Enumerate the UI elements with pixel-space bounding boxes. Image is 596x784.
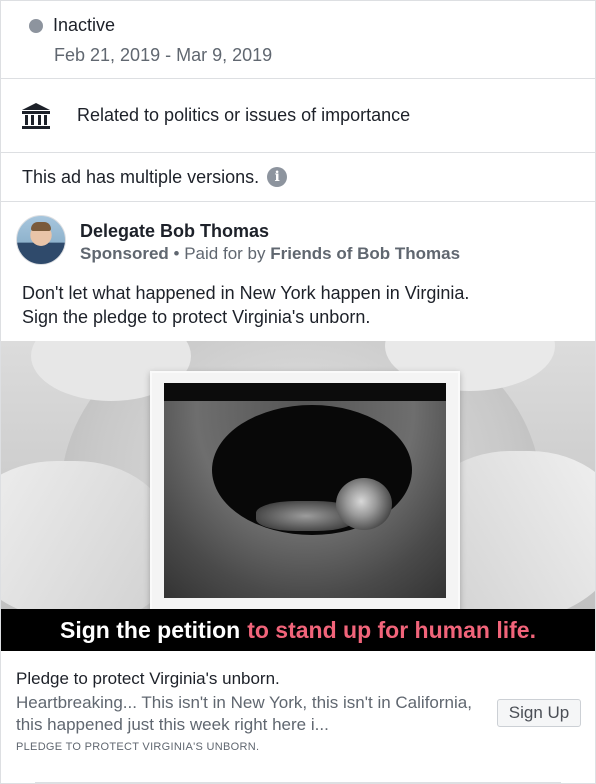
ad-body-text: Don't let what happened in New York happ… [22, 281, 582, 329]
government-building-icon [22, 102, 50, 129]
banner-text-pink: to stand up for human life. [247, 616, 536, 643]
versions-label: This ad has multiple versions. [22, 166, 260, 187]
category-label: Related to politics or issues of importa… [77, 105, 411, 125]
page-avatar[interactable] [16, 215, 66, 265]
paid-for-org: Friends of Bob Thomas [270, 244, 461, 263]
link-title[interactable]: Pledge to protect Virginia's unborn. [16, 669, 280, 689]
category-section: Related to politics or issues of importa… [1, 79, 595, 153]
status-section: Inactive Feb 21, 2019 - Mar 9, 2019 [1, 1, 595, 79]
hand-shape [1, 461, 171, 621]
ad-library-card: Inactive Feb 21, 2019 - Mar 9, 2019 Rela… [0, 0, 596, 784]
sponsored-label: Sponsored [80, 244, 169, 263]
page-name-link[interactable]: Delegate Bob Thomas [80, 221, 269, 242]
status-row: Inactive [29, 15, 115, 36]
ultrasound-photo [150, 371, 460, 613]
sign-up-button[interactable]: Sign Up [497, 699, 581, 727]
divider [35, 782, 561, 783]
banner-text-white: Sign the petition [60, 616, 241, 643]
run-dates: Feb 21, 2019 - Mar 9, 2019 [54, 45, 273, 65]
ad-body-line-2: Sign the pledge to protect Virginia's un… [22, 307, 371, 327]
status-label: Inactive [53, 15, 116, 35]
scan-header-bar [164, 383, 446, 401]
separator-dot: • [173, 244, 180, 263]
paid-for-prefix: Paid for by [184, 244, 266, 263]
sponsor-line: Sponsored • Paid for by Friends of Bob T… [80, 244, 460, 264]
link-caption: PLEDGE TO PROTECT VIRGINIA'S UNBORN. [16, 741, 260, 753]
scan-figure-head [336, 478, 392, 530]
creative-banner: Sign the petition to stand up for human … [1, 609, 595, 651]
ultrasound-scan [164, 383, 446, 598]
ad-creative-image[interactable]: Sign the petition to stand up for human … [1, 341, 595, 651]
info-icon[interactable]: i [267, 167, 288, 187]
versions-section: This ad has multiple versions. i [1, 153, 595, 202]
status-dot-icon [29, 18, 43, 33]
ad-body-line-1: Don't let what happened in New York happ… [22, 283, 470, 303]
link-preview[interactable]: Pledge to protect Virginia's unborn. Hea… [1, 651, 595, 783]
link-description: Heartbreaking... This isn't in New York,… [16, 693, 472, 734]
